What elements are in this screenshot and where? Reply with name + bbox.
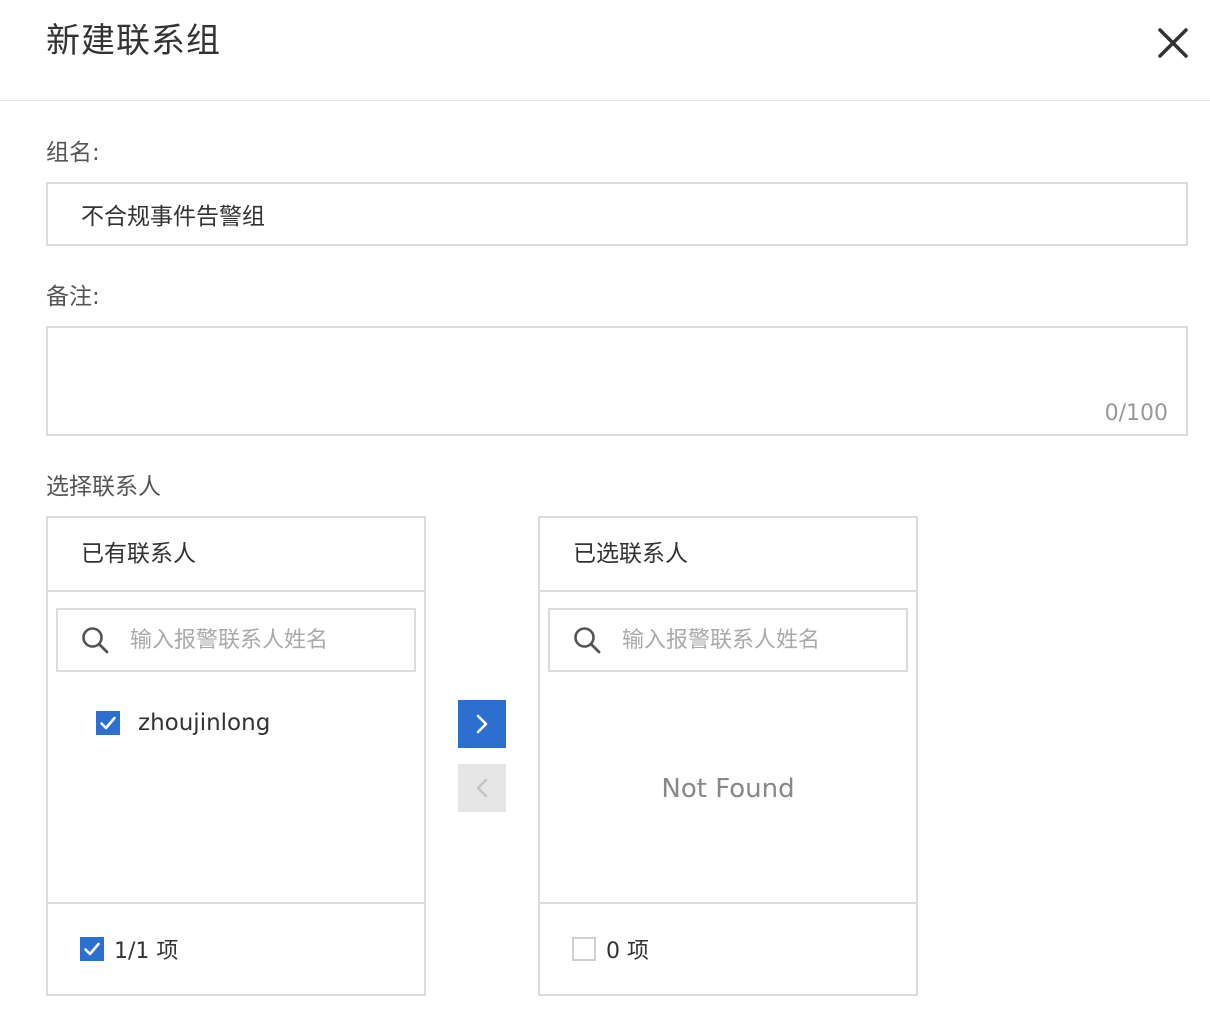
source-select-all[interactable]: 1/1 项 — [80, 936, 179, 964]
move-to-available-button[interactable] — [458, 764, 506, 812]
target-select-all[interactable]: 0 项 — [572, 936, 649, 964]
remark-field: 0/100 — [46, 326, 1188, 436]
select-all-checkbox[interactable] — [80, 937, 104, 961]
remark-textarea[interactable] — [48, 328, 1186, 434]
remark-char-counter: 0/100 — [1104, 401, 1168, 426]
chevron-right-icon — [476, 714, 488, 734]
checkmark-icon — [100, 716, 116, 730]
selected-contacts-panel: 已选联系人 Not Found 0 项 — [538, 516, 918, 996]
contact-checkbox[interactable] — [96, 711, 120, 735]
source-panel-footer: 1/1 项 — [48, 902, 424, 994]
source-search-input[interactable] — [130, 610, 410, 670]
search-icon — [82, 627, 109, 654]
source-panel-title: 已有联系人 — [81, 541, 196, 567]
chevron-left-icon — [476, 778, 488, 798]
list-item[interactable]: zhoujinlong — [96, 708, 270, 738]
source-search-box — [56, 608, 416, 672]
source-panel-header: 已有联系人 — [48, 518, 424, 592]
group-name-input[interactable] — [46, 182, 1188, 246]
dialog-header: 新建联系组 — [0, 0, 1210, 101]
target-panel-footer: 0 项 — [540, 902, 916, 994]
search-icon — [574, 627, 601, 654]
contacts-label: 选择联系人 — [46, 474, 161, 500]
group-name-label: 组名: — [46, 140, 100, 166]
select-all-checkbox[interactable] — [572, 937, 596, 961]
target-count: 0 项 — [606, 939, 649, 964]
contact-name: zhoujinlong — [138, 710, 271, 736]
source-count: 1/1 项 — [114, 939, 179, 964]
target-panel-header: 已选联系人 — [540, 518, 916, 592]
remark-label: 备注: — [46, 284, 100, 310]
move-to-selected-button[interactable] — [458, 700, 506, 748]
checkmark-icon — [84, 942, 100, 956]
target-panel-title: 已选联系人 — [573, 541, 688, 567]
target-search-input[interactable] — [622, 610, 902, 670]
close-icon — [1158, 28, 1188, 58]
source-contacts-panel: 已有联系人 zhoujinlong 1/1 项 — [46, 516, 426, 996]
close-button[interactable] — [1152, 22, 1194, 64]
empty-state-text: Not Found — [661, 774, 795, 804]
target-search-box — [548, 608, 908, 672]
dialog-title: 新建联系组 — [46, 21, 221, 61]
